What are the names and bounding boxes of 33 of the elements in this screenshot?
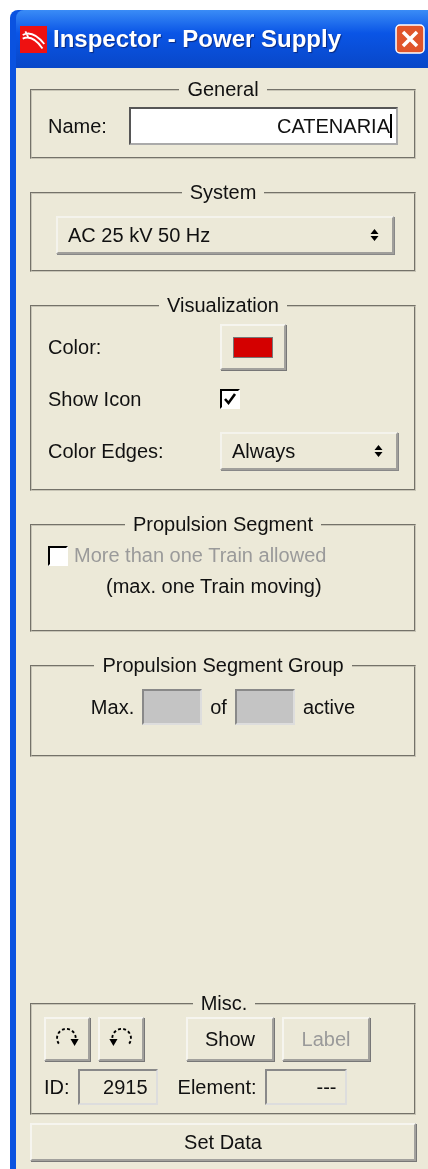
active-label: active <box>302 695 356 719</box>
updown-icon <box>373 443 384 459</box>
checkbox[interactable] <box>220 389 240 409</box>
color-edges-dropdown[interactable]: Always <box>220 432 398 470</box>
group-title: System <box>188 181 258 204</box>
color-label: Color: <box>48 335 103 359</box>
window-title: Inspector - Power Supply <box>53 25 343 53</box>
group-title: Misc. <box>199 992 249 1015</box>
element-label: Element: <box>177 1075 257 1099</box>
group-title: General <box>186 78 260 101</box>
set-data-button[interactable]: Set Data <box>30 1123 416 1161</box>
app-icon <box>20 25 47 53</box>
rotate-counterclockwise-button[interactable] <box>98 1017 144 1061</box>
name-label: Name: <box>48 114 107 138</box>
id-label: ID: <box>44 1075 70 1099</box>
color-button[interactable] <box>220 324 286 370</box>
name-field[interactable]: CATENARIA <box>128 107 398 145</box>
option-label: More than one Train allowed <box>74 544 327 567</box>
max-label: Max. <box>90 695 135 719</box>
show-icon-label: Show Icon <box>48 387 143 411</box>
id-value: 2915 <box>77 1069 158 1105</box>
system-dropdown[interactable]: AC 25 kV 50 Hz <box>56 216 394 254</box>
action-button[interactable]: Show <box>186 1017 274 1061</box>
note-text: (max. one Train moving) <box>105 574 323 599</box>
rotate-clockwise-button[interactable] <box>44 1017 90 1061</box>
color-edges-label: Color Edges: <box>48 439 165 463</box>
group-title: Propulsion Segment <box>131 513 315 536</box>
updown-icon <box>369 227 380 243</box>
group-title: Visualization <box>166 294 280 317</box>
element-value: --- <box>264 1069 347 1105</box>
group-title: Propulsion Segment Group <box>101 654 345 677</box>
close-icon[interactable] <box>395 24 425 54</box>
of-label: of <box>210 695 227 719</box>
